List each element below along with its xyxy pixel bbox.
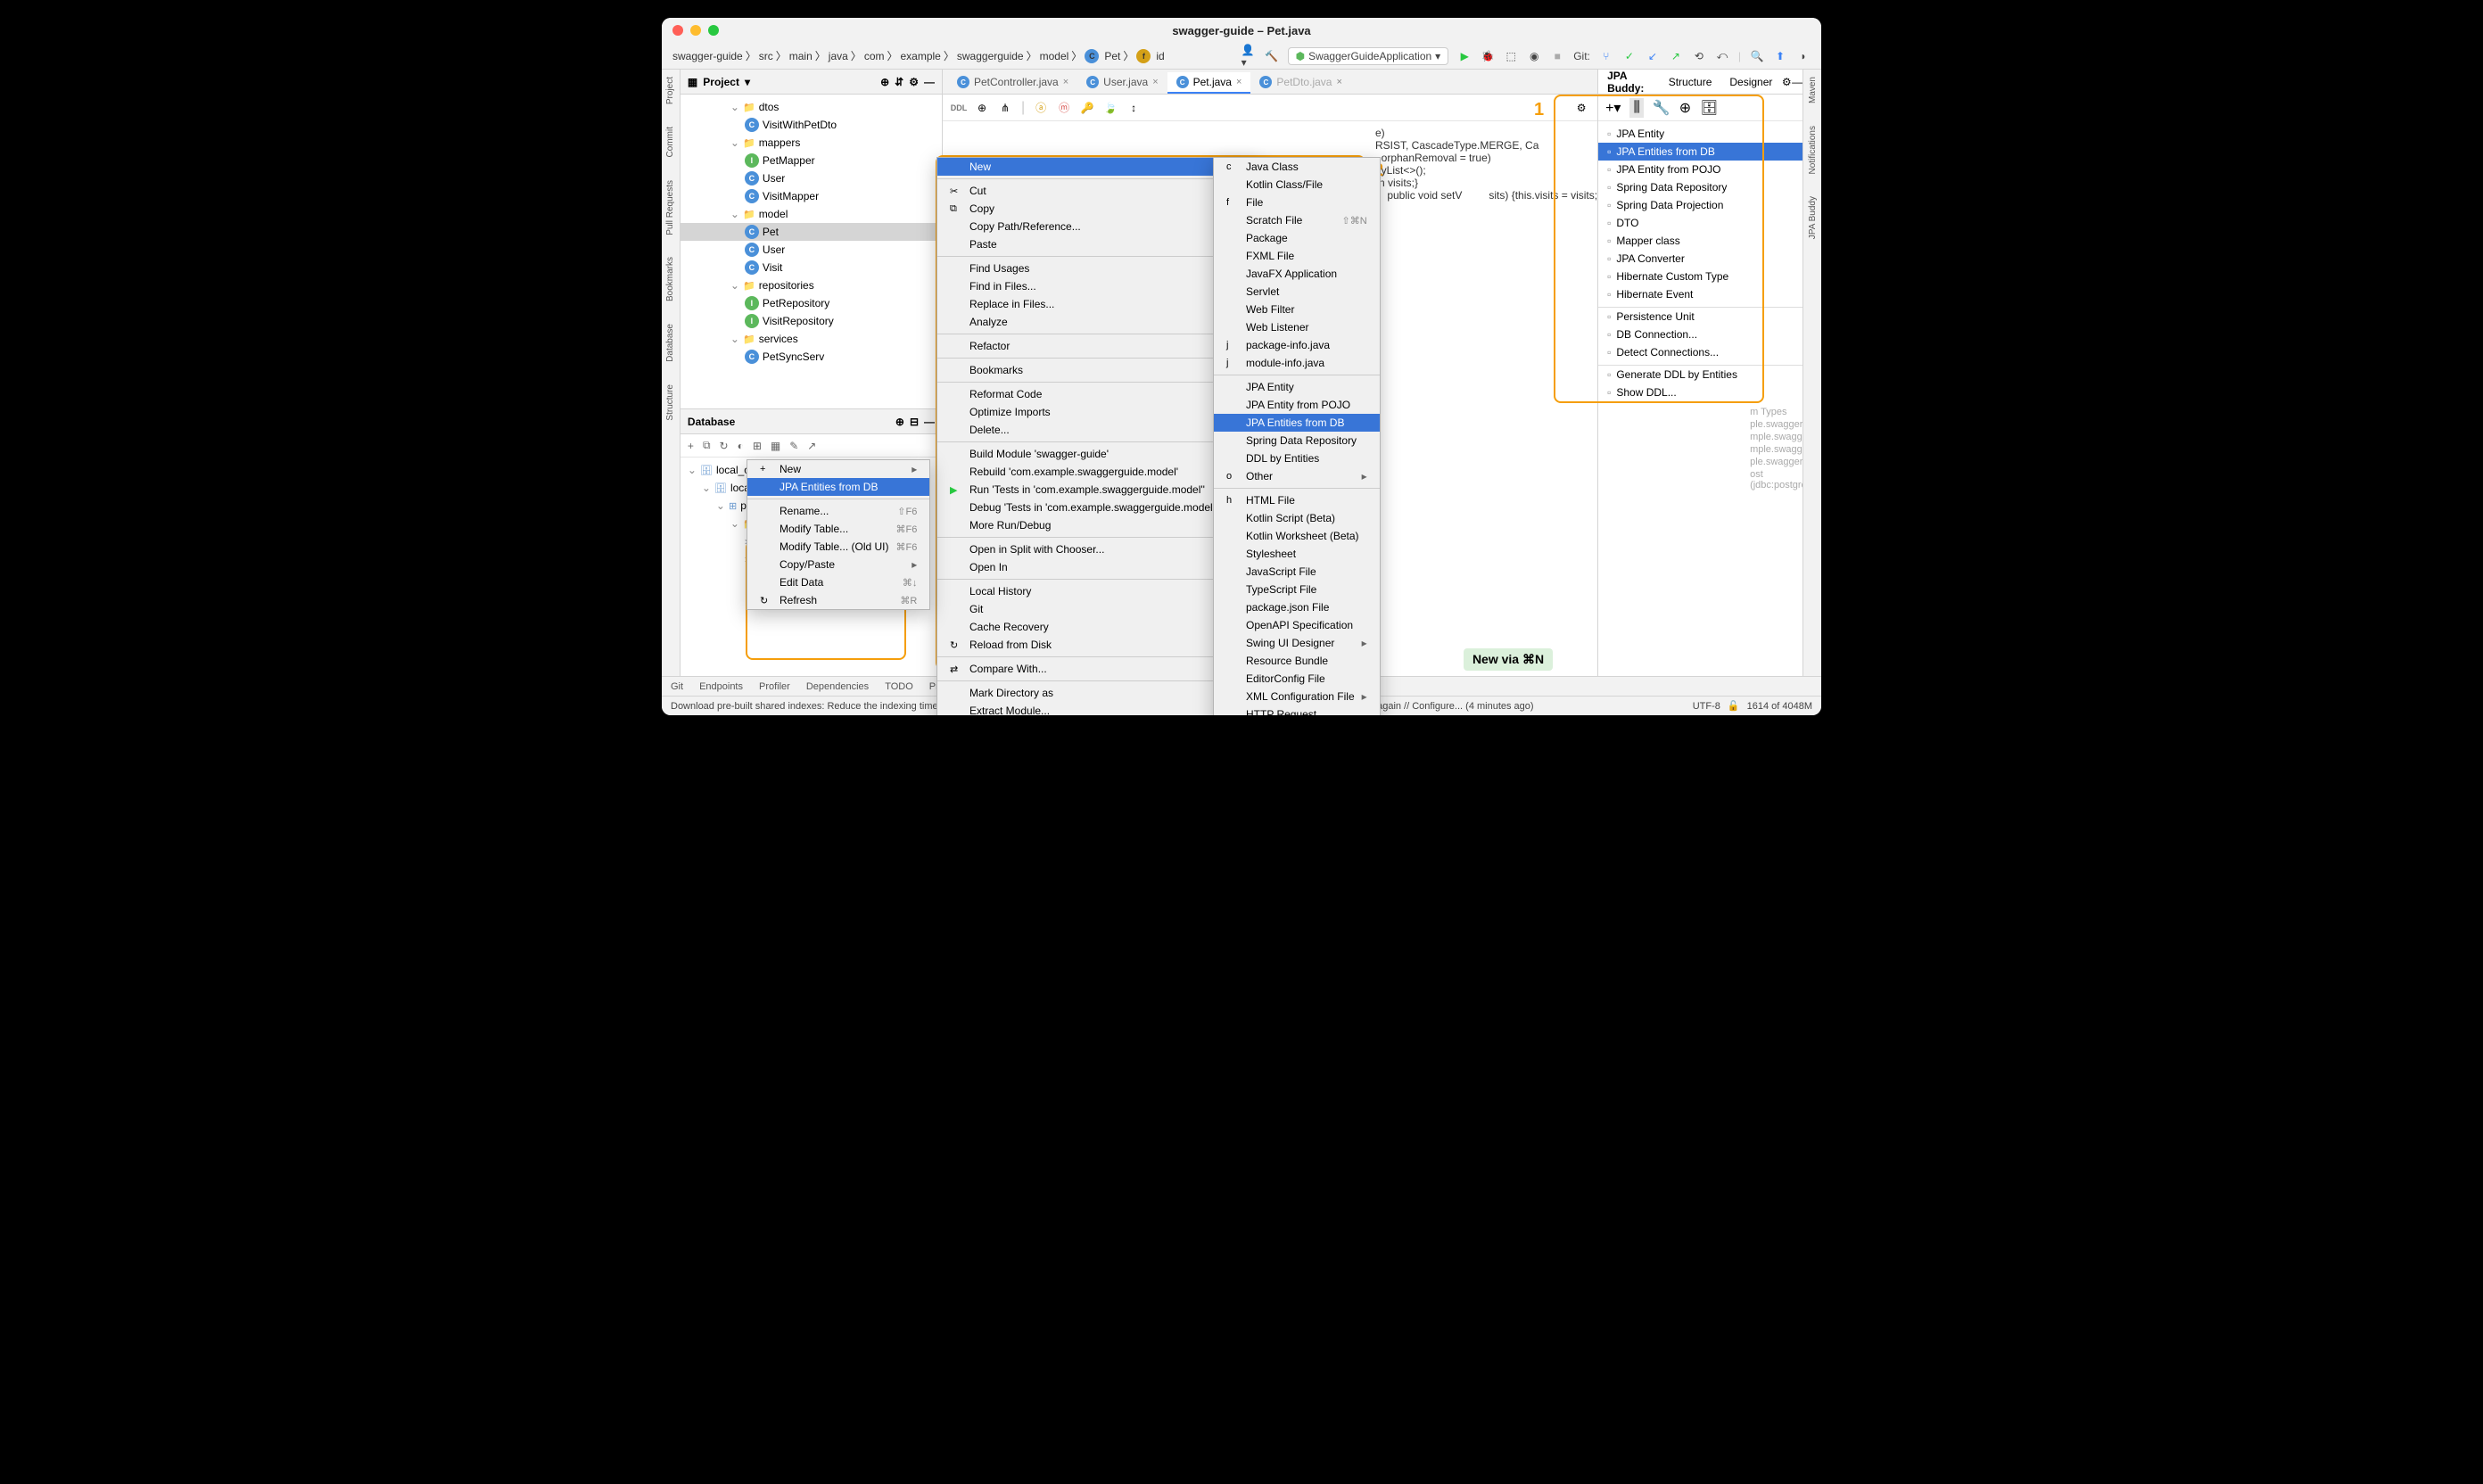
run-configuration[interactable]: ⬢SwaggerGuideApplication▾ — [1288, 47, 1449, 65]
jpa-buddy-label: JPA Buddy: — [1598, 70, 1660, 94]
memory[interactable]: 1614 of 4048M — [1747, 701, 1812, 712]
ddl-icon[interactable]: DDL — [952, 101, 966, 115]
db-refresh-icon[interactable]: ↻ — [720, 440, 729, 452]
annotation-1: 1 — [1534, 100, 1544, 120]
editor-toolbar: DDL ⊕ ⋔ | ⓐ ⓜ 🔑 🍃 ↕ ⚙ — [943, 95, 1597, 121]
jpa-add-icon[interactable]: +▾ — [1605, 99, 1621, 117]
jpa-tree[interactable]: ▫JPA Entity▫JPA Entities from DB▫JPA Ent… — [1598, 121, 1802, 676]
titlebar: swagger-guide – Pet.java — [662, 18, 1821, 43]
project-panel-header: ▦ Project▾ ⊕ ⇵ ⚙ — — [681, 70, 942, 95]
expand-icon[interactable]: ⇵ — [895, 76, 903, 88]
new-submenu[interactable]: cJava ClassKotlin Class/FilefFileScratch… — [1213, 157, 1381, 715]
hammer-icon[interactable]: 🔨 — [1265, 49, 1279, 63]
hide-icon[interactable]: — — [924, 76, 935, 88]
m-icon[interactable]: ⓜ — [1057, 101, 1071, 115]
db-context-menu[interactable]: +New▸JPA Entities from DBRename...⇧F6Mod… — [747, 459, 930, 610]
db-copy-icon[interactable]: ⧉ — [703, 439, 711, 452]
db-settings-icon[interactable]: ⊕ — [895, 416, 904, 428]
sync-icon[interactable]: ⬆ — [1773, 49, 1787, 63]
jpa-buddy-header: JPA Buddy: Structure Designer ⚙ — — [1598, 70, 1802, 95]
profiler-icon[interactable]: ◉ — [1527, 49, 1541, 63]
jpa-target-icon[interactable]: ⊕ — [1679, 99, 1691, 117]
jpa-hide-icon[interactable]: — — [1792, 75, 1802, 89]
readonly-icon[interactable]: 🔓 — [1728, 700, 1740, 712]
right-stripe: MavenNotificationsJPA Buddy — [1802, 70, 1821, 676]
jpa-db-icon[interactable]: 🗄 — [1700, 99, 1718, 117]
update-icon[interactable]: ↙ — [1646, 49, 1660, 63]
editor-tabs: CPetController.java×CUser.java×CPet.java… — [943, 70, 1597, 95]
db-jump-icon[interactable]: ↗ — [807, 440, 816, 452]
branch-icon[interactable]: ⑂ — [1599, 49, 1613, 63]
git-label: Git: — [1573, 50, 1590, 62]
leaf-icon[interactable]: 🍃 — [1103, 101, 1118, 115]
editor-gear-icon[interactable]: ⚙ — [1574, 101, 1588, 115]
db-table-icon[interactable]: ▦ — [771, 440, 780, 452]
project-icon: ▦ — [688, 76, 697, 88]
jpa-gear-icon[interactable]: ⚙ — [1781, 75, 1792, 89]
select-opened-icon[interactable]: ⊕ — [880, 76, 889, 88]
db-edit-icon[interactable]: ✎ — [789, 440, 798, 452]
stop-icon[interactable]: ■ — [1550, 49, 1564, 63]
encoding[interactable]: UTF-8 — [1693, 701, 1720, 712]
db-hide-icon[interactable]: ⊟ — [910, 416, 919, 428]
jpa-chart-icon[interactable]: ⫼ — [1629, 98, 1643, 118]
left-stripe: ProjectCommitPull RequestsBookmarksDatab… — [662, 70, 681, 676]
project-tree[interactable]: ⌄📁dtosCVisitWithPetDto⌄📁mappersIPetMappe… — [681, 95, 942, 408]
db-close-icon[interactable]: — — [924, 416, 935, 428]
link-icon[interactable]: ↕ — [1126, 101, 1141, 115]
commit-icon[interactable]: ✓ — [1622, 49, 1637, 63]
new-badge: New via ⌘N — [1464, 648, 1553, 671]
breadcrumbs[interactable]: swagger-guide〉src〉main〉java〉com〉example〉… — [672, 48, 1238, 63]
key-icon[interactable]: 🔑 — [1080, 101, 1094, 115]
designer-tab[interactable]: Designer — [1720, 70, 1781, 94]
push-icon[interactable]: ↗ — [1669, 49, 1683, 63]
window-title: swagger-guide – Pet.java — [662, 24, 1821, 37]
coverage-icon[interactable]: ⬚ — [1504, 49, 1518, 63]
search-icon[interactable]: 🔍 — [1750, 49, 1764, 63]
rollback-icon[interactable]: ⤺ — [1715, 49, 1729, 63]
structure-icon[interactable]: ⋔ — [998, 101, 1012, 115]
database-panel-header: Database ⊕ ⊟ — — [681, 409, 942, 434]
db-stop-icon[interactable]: ◐ — [738, 440, 744, 452]
gear-icon[interactable]: ⚙ — [909, 76, 919, 88]
history-icon[interactable]: ⟲ — [1692, 49, 1706, 63]
db-diagram-icon[interactable]: ⊞ — [753, 440, 762, 452]
user-icon[interactable]: 👤▾ — [1242, 49, 1256, 63]
ide-icon[interactable]: ◗ — [1796, 49, 1811, 63]
a-icon[interactable]: ⓐ — [1034, 101, 1048, 115]
db-add-icon[interactable]: + — [688, 440, 694, 452]
structure-tab[interactable]: Structure — [1660, 70, 1721, 94]
add-attr-icon[interactable]: ⊕ — [975, 101, 989, 115]
navigation-bar: swagger-guide〉src〉main〉java〉com〉example〉… — [662, 43, 1821, 70]
run-icon[interactable]: ▶ — [1457, 49, 1472, 63]
jpa-wrench-icon[interactable]: 🔧 — [1653, 99, 1670, 117]
debug-icon[interactable]: 🐞 — [1481, 49, 1495, 63]
